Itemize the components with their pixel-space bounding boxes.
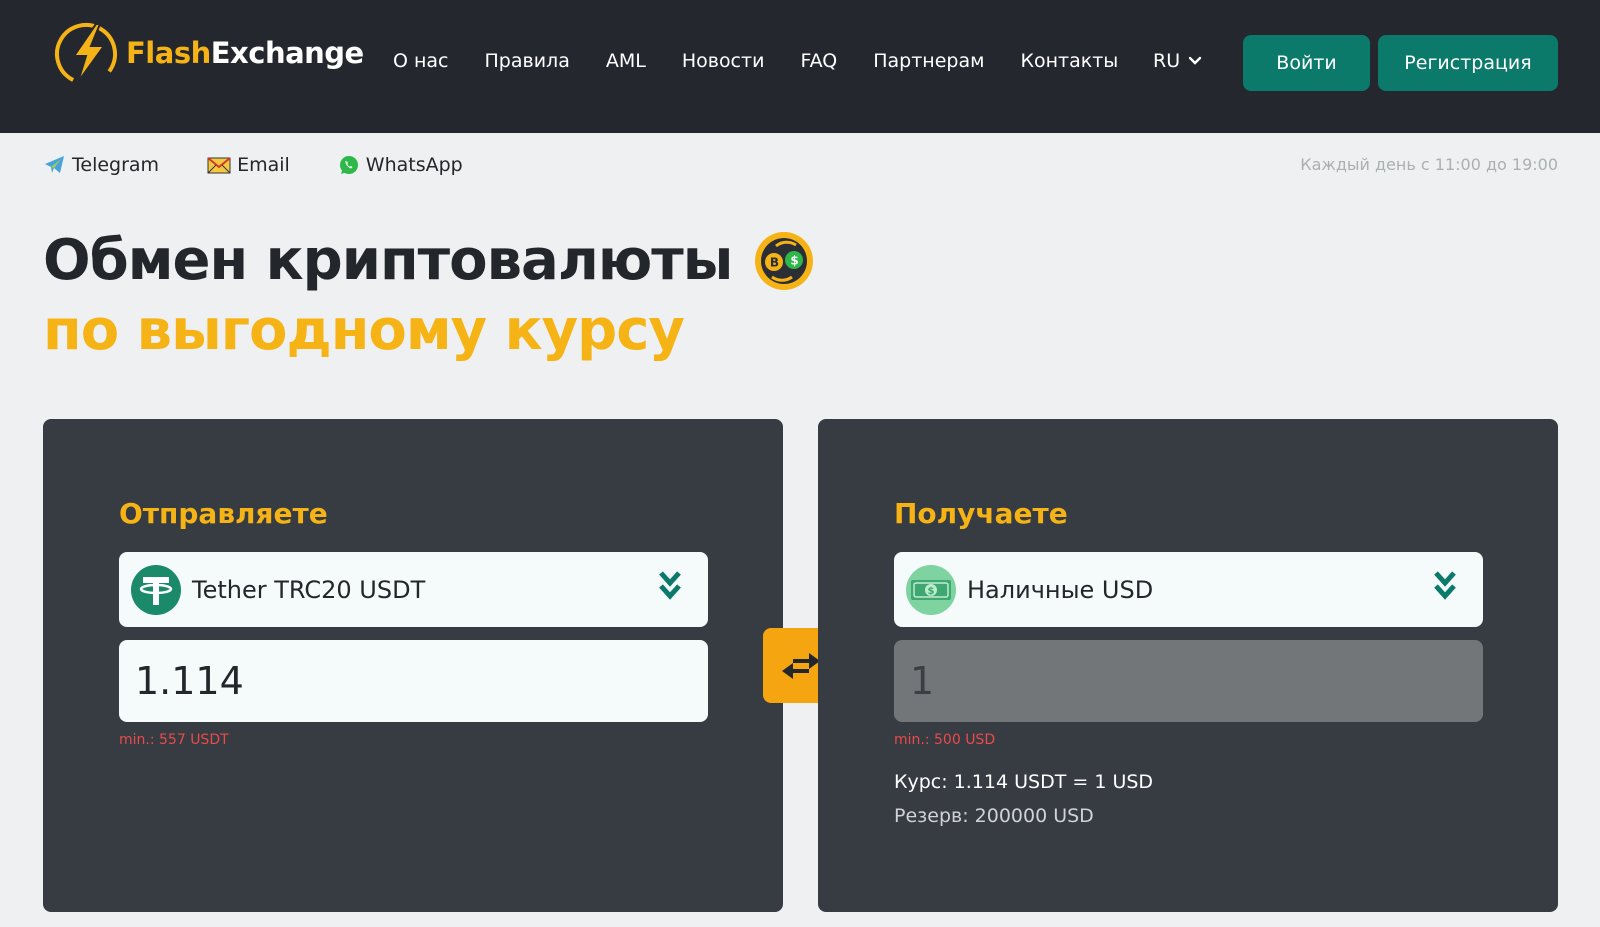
crypto-exchange-coin-icon: B $	[755, 231, 814, 290]
envelope-icon	[207, 157, 231, 174]
tether-icon	[131, 564, 181, 615]
telegram-label: Telegram	[72, 154, 160, 176]
lightning-bolt-icon	[55, 23, 117, 85]
send-min-note: min.: 557 USDT	[119, 732, 229, 748]
nav-news[interactable]: Новости	[682, 50, 765, 72]
main-nav: О нас Правила AML Новости FAQ Партнерам …	[393, 50, 1154, 72]
receive-title: Получаете	[894, 497, 1068, 530]
contacts-bar: Telegram Email WhatsApp	[44, 154, 511, 176]
receive-panel: Получаете $ Наличные USD min.: 500 USD К…	[818, 419, 1558, 912]
language-label: RU	[1153, 50, 1181, 72]
nav-rules[interactable]: Правила	[485, 50, 570, 72]
nav-about[interactable]: О нас	[393, 50, 449, 72]
site-header: FlashExchange О нас Правила AML Новости …	[0, 0, 1600, 133]
send-title: Отправляете	[119, 497, 328, 530]
chevron-down-icon	[1188, 56, 1202, 65]
whatsapp-icon	[339, 156, 358, 174]
receive-min-note: min.: 500 USD	[894, 732, 996, 748]
receive-amount-input[interactable]	[894, 640, 1483, 722]
language-selector[interactable]: RU	[1153, 50, 1202, 72]
double-chevron-down-icon	[1434, 571, 1456, 600]
hero-title-line1: Обмен криптовалюты	[43, 228, 733, 293]
contact-email[interactable]: Email	[207, 154, 290, 176]
send-currency-label: Tether TRC20 USDT	[192, 575, 426, 604]
hero-subtitle: по выгодному курсу	[43, 298, 685, 363]
telegram-icon	[45, 156, 64, 173]
whatsapp-label: WhatsApp	[365, 154, 463, 176]
nav-aml[interactable]: AML	[606, 50, 646, 72]
contact-telegram[interactable]: Telegram	[44, 154, 159, 176]
send-amount-input[interactable]	[119, 640, 708, 722]
svg-text:$: $	[928, 586, 935, 597]
exchange-rate: Курс: 1.114 USDT = 1 USD	[894, 771, 1154, 793]
email-label: Email	[237, 154, 290, 176]
double-chevron-down-icon	[659, 571, 681, 600]
send-currency-select[interactable]: Tether TRC20 USDT	[119, 552, 708, 627]
working-hours: Каждый день с 11:00 до 19:00	[1300, 155, 1558, 174]
logo-text: FlashExchange	[126, 36, 364, 70]
svg-text:$: $	[791, 253, 799, 267]
contact-whatsapp[interactable]: WhatsApp	[338, 154, 463, 176]
reserve-amount: Резерв: 200000 USD	[894, 805, 1094, 827]
nav-partners[interactable]: Партнерам	[873, 50, 984, 72]
login-button[interactable]: Войти	[1243, 35, 1370, 91]
receive-currency-label: Наличные USD	[967, 575, 1154, 604]
send-panel: Отправляете Tether TRC20 USDT min.: 557 …	[43, 419, 783, 912]
nav-contacts[interactable]: Контакты	[1020, 50, 1118, 72]
hero-title: Обмен криптовалюты B $	[43, 228, 814, 293]
svg-text:B: B	[770, 255, 779, 269]
receive-currency-select[interactable]: $ Наличные USD	[894, 552, 1483, 627]
swap-arrows-icon	[782, 652, 820, 679]
nav-faq[interactable]: FAQ	[800, 50, 837, 72]
logo[interactable]: FlashExchange	[52, 18, 364, 88]
register-button[interactable]: Регистрация	[1378, 35, 1558, 91]
cash-usd-icon: $	[906, 564, 956, 615]
